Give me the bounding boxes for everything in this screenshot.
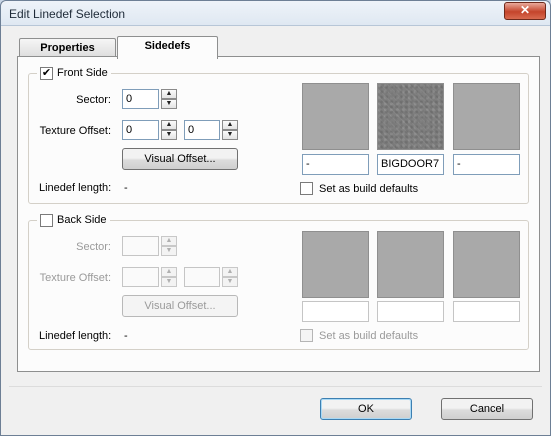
- back-sector-stepper[interactable]: ▲ ▼: [122, 236, 177, 256]
- front-offset-y-stepper[interactable]: 0 ▲ ▼: [184, 120, 238, 140]
- back-middle-texture-field[interactable]: [377, 301, 444, 322]
- front-side-checkbox[interactable]: ✔: [40, 66, 53, 80]
- tab-sidedefs[interactable]: Sidedefs: [117, 36, 218, 59]
- spin-down-icon[interactable]: ▼: [161, 99, 177, 109]
- front-side-legend: ✔ Front Side: [37, 66, 111, 80]
- back-visual-offset-button[interactable]: Visual Offset...: [122, 295, 238, 317]
- title-bar: Edit Linedef Selection ✕: [1, 1, 550, 26]
- front-upper-texture-preview[interactable]: [302, 83, 369, 150]
- spin-down-icon[interactable]: ▼: [161, 277, 177, 287]
- back-side-checkbox[interactable]: [40, 213, 53, 227]
- spin-down-icon[interactable]: ▼: [222, 277, 238, 287]
- back-middle-texture-preview[interactable]: [377, 231, 444, 298]
- front-middle-texture-field[interactable]: BIGDOOR7: [377, 154, 444, 175]
- front-build-defaults-checkbox[interactable]: [300, 182, 313, 195]
- spin-down-icon[interactable]: ▼: [161, 130, 177, 140]
- front-offset-x-stepper[interactable]: 0 ▲ ▼: [122, 120, 177, 140]
- back-offset-y-stepper[interactable]: ▲ ▼: [184, 267, 238, 287]
- front-length-value: -: [124, 182, 128, 194]
- front-visual-offset-button[interactable]: Visual Offset...: [122, 148, 238, 170]
- front-offset-x-input[interactable]: 0: [122, 120, 159, 140]
- front-offset-y-input[interactable]: 0: [184, 120, 220, 140]
- back-upper-texture-preview[interactable]: [302, 231, 369, 298]
- front-sector-stepper[interactable]: 0 ▲ ▼: [122, 89, 177, 109]
- spin-up-icon[interactable]: ▲: [222, 267, 238, 277]
- cancel-button[interactable]: Cancel: [441, 398, 533, 420]
- front-build-defaults-label: Set as build defaults: [319, 182, 419, 195]
- back-sector-label: Sector:: [76, 241, 111, 253]
- close-icon[interactable]: ✕: [504, 2, 546, 20]
- back-sector-input[interactable]: [122, 236, 159, 256]
- front-lower-texture-preview[interactable]: [453, 83, 520, 150]
- spin-down-icon[interactable]: ▼: [222, 130, 238, 140]
- window-title: Edit Linedef Selection: [9, 7, 126, 21]
- front-length-label: Linedef length:: [39, 182, 112, 194]
- dialog-window: Edit Linedef Selection ✕ Properties Side…: [0, 0, 551, 436]
- front-build-defaults-row[interactable]: Set as build defaults: [300, 182, 418, 195]
- front-side-label: Front Side: [57, 67, 108, 79]
- back-offset-y-input[interactable]: [184, 267, 220, 287]
- front-upper-texture-field[interactable]: -: [302, 154, 369, 175]
- spin-down-icon[interactable]: ▼: [161, 246, 177, 256]
- back-offset-label: Texture Offset:: [39, 272, 111, 284]
- front-middle-texture-preview[interactable]: [377, 83, 444, 150]
- back-build-defaults-label: Set as build defaults: [319, 329, 419, 342]
- back-length-value: -: [124, 330, 128, 342]
- tab-properties[interactable]: Properties: [19, 38, 116, 58]
- front-sector-input[interactable]: 0: [122, 89, 159, 109]
- back-upper-texture-field[interactable]: [302, 301, 369, 322]
- back-build-defaults-row[interactable]: Set as build defaults: [300, 329, 418, 342]
- spin-up-icon[interactable]: ▲: [161, 236, 177, 246]
- back-lower-texture-preview[interactable]: [453, 231, 520, 298]
- spin-up-icon[interactable]: ▲: [161, 267, 177, 277]
- footer-separator: [9, 386, 542, 387]
- ok-button[interactable]: OK: [320, 398, 412, 420]
- spin-up-icon[interactable]: ▲: [222, 120, 238, 130]
- front-sector-label: Sector:: [76, 94, 111, 106]
- front-offset-label: Texture Offset:: [39, 125, 111, 137]
- spin-up-icon[interactable]: ▲: [161, 120, 177, 130]
- back-lower-texture-field[interactable]: [453, 301, 520, 322]
- back-offset-x-stepper[interactable]: ▲ ▼: [122, 267, 177, 287]
- back-side-label: Back Side: [57, 214, 107, 226]
- front-lower-texture-field[interactable]: -: [453, 154, 520, 175]
- back-length-label: Linedef length:: [39, 330, 112, 342]
- spin-up-icon[interactable]: ▲: [161, 89, 177, 99]
- back-build-defaults-checkbox[interactable]: [300, 329, 313, 342]
- back-side-legend: Back Side: [37, 213, 110, 227]
- back-offset-x-input[interactable]: [122, 267, 159, 287]
